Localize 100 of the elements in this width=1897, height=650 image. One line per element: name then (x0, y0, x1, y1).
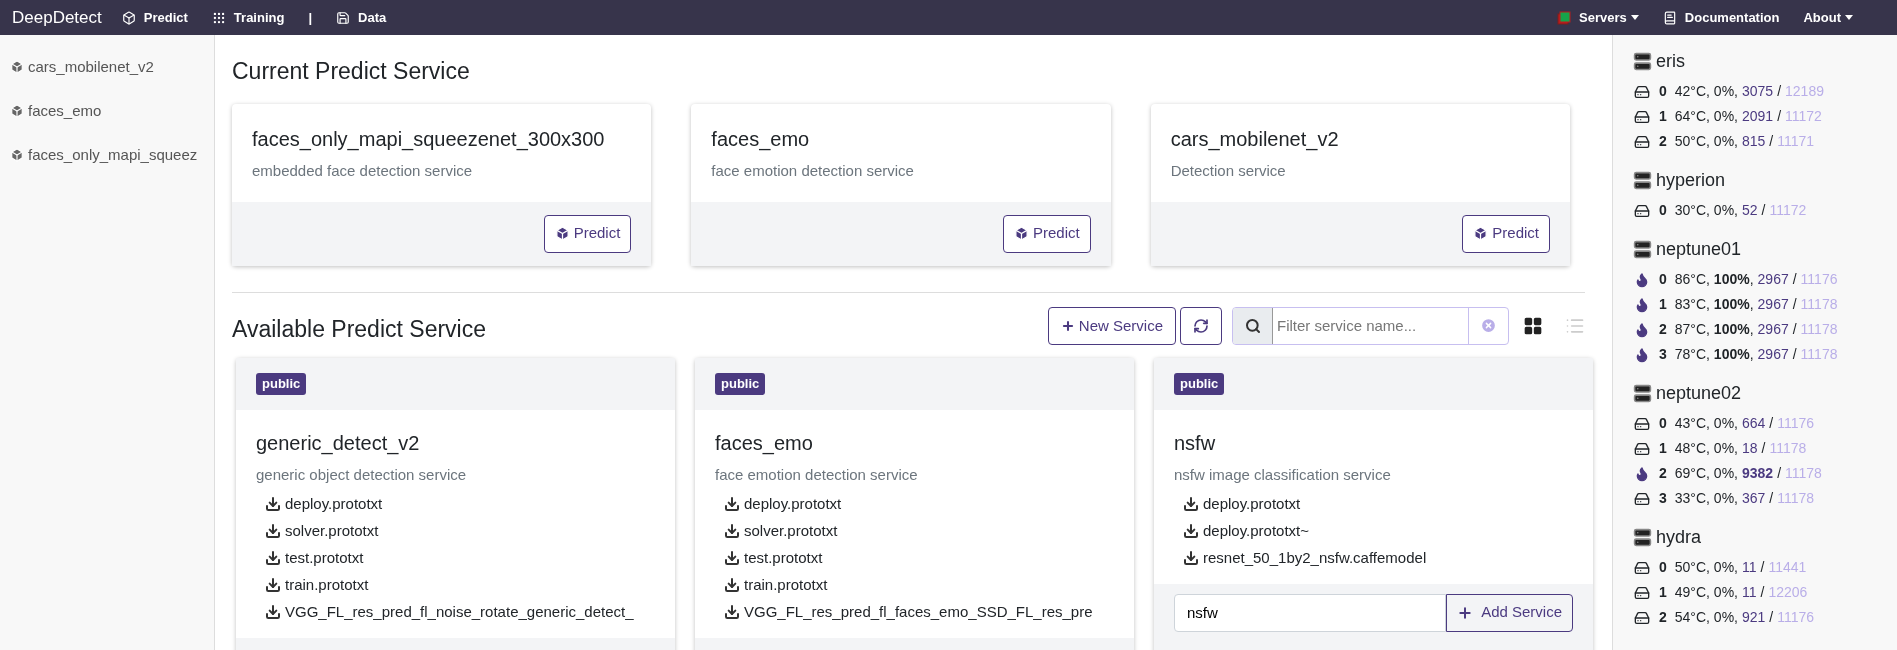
gpu-stats: 54°C, 0%, (1674, 608, 1738, 627)
server-name: hydra (1656, 525, 1702, 549)
file-download-link[interactable]: VGG_FL_res_pred_fl_faces_emo_SSD_FL_res_pre (724, 598, 1114, 626)
memory-separator: / (1792, 295, 1797, 314)
gpu-stats: 49°C, 0%, (1674, 583, 1738, 602)
memory-separator: / (1761, 439, 1766, 458)
cube-icon (10, 60, 24, 74)
book-icon (1662, 10, 1677, 25)
download-icon (724, 550, 740, 566)
add-service-button[interactable]: Add Service (1446, 593, 1573, 632)
memory-separator: / (1769, 489, 1774, 508)
grid-view-icon[interactable] (1523, 315, 1543, 336)
server-icon (1633, 383, 1652, 403)
download-icon (1183, 496, 1199, 512)
gpu-index: 2 (1659, 132, 1667, 151)
file-download-link[interactable]: solver.prototxt (265, 517, 655, 545)
gpu-index: 0 (1659, 82, 1667, 101)
memory-used: 18 (1742, 439, 1758, 458)
memory-separator: / (1760, 558, 1765, 577)
service-description: face emotion detection service (715, 465, 919, 485)
memory-used: 2091 (1742, 107, 1774, 126)
cube-icon (10, 148, 24, 162)
memory-total: 11178 (1800, 320, 1838, 339)
brand-logo[interactable]: DeepDetect (12, 4, 102, 31)
file-download-link[interactable]: train.prototxt (724, 571, 1114, 599)
dots-icon (211, 10, 226, 25)
search-icon (1244, 317, 1261, 334)
predict-button[interactable]: Predict (1002, 214, 1091, 253)
service-name: faces_emo (711, 126, 811, 153)
memory-separator: / (1761, 201, 1766, 220)
save-icon (336, 10, 351, 25)
gpu-index: 0 (1659, 270, 1667, 289)
gpu-index: 2 (1659, 608, 1667, 627)
nav-link[interactable]: About (1791, 7, 1865, 28)
server-name: hyperion (1656, 168, 1726, 192)
gpu-stats: 64°C, 0%, (1674, 107, 1738, 126)
memory-total: 11176 (1777, 608, 1815, 627)
memory-total: 11178 (1769, 439, 1807, 458)
file-download-link[interactable]: test.prototxt (265, 544, 655, 572)
download-icon (724, 523, 740, 539)
service-description: generic object detection service (256, 465, 468, 485)
gpu-stats: 50°C, 0%, (1674, 132, 1738, 151)
gpu-stats: 42°C, 0%, (1674, 82, 1738, 101)
file-download-link[interactable]: deploy.prototxt (724, 490, 1114, 518)
file-download-link[interactable]: train.prototxt (265, 571, 655, 599)
gpu-stats: 87°C, 100%, (1674, 320, 1754, 339)
memory-total: 11178 (1800, 295, 1838, 314)
memory-total: 11178 (1777, 489, 1815, 508)
file-download-link[interactable]: resnet_50_1by2_nsfw.caffemodel (1183, 544, 1573, 572)
new-service-button[interactable]: New Service (1047, 306, 1176, 345)
service-name-field[interactable]: nsfw (1174, 593, 1447, 632)
gpu-stats: 78°C, 100%, (1674, 345, 1754, 364)
service-name: generic_detect_v2 (256, 431, 421, 457)
file-download-link[interactable]: test.prototxt (724, 544, 1114, 572)
nav-link[interactable]: Documentation (1650, 7, 1792, 28)
service-description: embedded face detection service (252, 160, 474, 181)
nav-link[interactable]: Training (199, 7, 297, 28)
gpu-index: 1 (1659, 107, 1667, 126)
file-download-link[interactable]: deploy.prototxt~ (1183, 517, 1573, 545)
server-icon (1633, 527, 1652, 547)
memory-separator: / (1777, 107, 1782, 126)
file-download-link[interactable]: deploy.prototxt (265, 490, 655, 518)
predict-button[interactable]: Predict (543, 214, 632, 253)
memory-separator: / (1760, 583, 1765, 602)
cube-icon (1013, 226, 1029, 241)
file-download-link[interactable]: deploy.prototxt (1183, 490, 1573, 518)
cube-icon (1473, 226, 1489, 241)
public-badge: public (1174, 373, 1225, 395)
gpu-stats: 86°C, 100%, (1674, 270, 1754, 289)
memory-total: 11176 (1800, 270, 1838, 289)
memory-used: 11 (1742, 558, 1757, 577)
nav-link[interactable]: Data (324, 7, 399, 28)
filter-field[interactable]: Filter service name... (1273, 307, 1468, 344)
download-icon (724, 496, 740, 512)
memory-used: 664 (1742, 414, 1766, 433)
memory-total: 11171 (1777, 132, 1815, 151)
refresh-icon (1193, 317, 1209, 334)
nav-separator: | (307, 8, 314, 27)
gpu-stats: 83°C, 100%, (1674, 295, 1754, 314)
nav-link[interactable]: Servers (1545, 7, 1651, 28)
gpu-stats: 33°C, 0%, (1674, 489, 1738, 508)
gpu-index: 2 (1659, 464, 1667, 483)
memory-total: 12189 (1785, 82, 1824, 101)
memory-used: 815 (1742, 132, 1766, 151)
server-name: neptune02 (1656, 381, 1742, 405)
memory-separator: / (1769, 132, 1774, 151)
file-download-link[interactable]: solver.prototxt (724, 517, 1114, 545)
file-download-link[interactable]: VGG_FL_res_pred_fl_noise_rotate_generic_detect_ (265, 598, 655, 626)
gpu-index: 0 (1659, 558, 1667, 577)
download-icon (265, 604, 281, 620)
filter-input-group[interactable]: Filter service name... (1232, 306, 1509, 345)
gpu-index: 0 (1659, 414, 1667, 433)
plus-icon (1060, 318, 1075, 333)
predict-button[interactable]: Predict (1462, 214, 1550, 253)
service-name: faces_emo (715, 431, 814, 457)
memory-used: 2967 (1757, 320, 1789, 339)
nav-link[interactable]: Predict (109, 7, 200, 28)
refresh-button[interactable] (1180, 306, 1222, 345)
service-description: nsfw image classification service (1174, 465, 1392, 485)
download-icon (265, 496, 281, 512)
